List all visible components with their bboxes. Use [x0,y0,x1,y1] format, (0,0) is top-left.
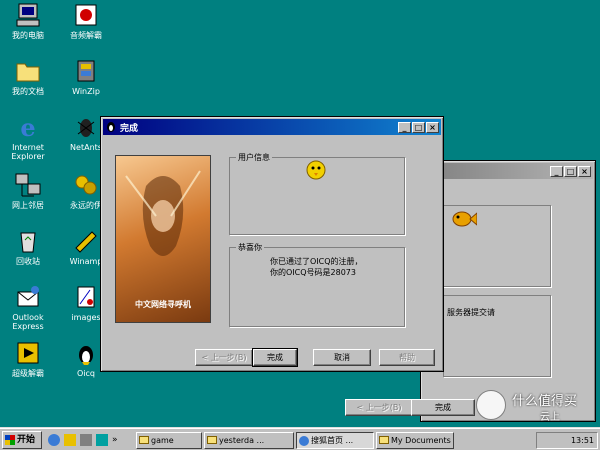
task-label: yesterda ... [219,436,265,445]
super-jieba-icon [14,340,42,366]
desktop-icon-internet-explorer[interactable]: e Internet Explorer [0,113,56,161]
background-dialog[interactable]: _ □ × 服务器提交请 < 上一步(B) 完成 [345,160,596,422]
desktop-icon-outlook-express[interactable]: Outlook Express [0,284,56,331]
ie-quicklaunch-icon[interactable] [48,434,60,446]
quick-launch: » [48,434,130,448]
task-sohu[interactable]: 搜狐首页 ... [296,432,374,449]
desktop-icon-my-computer[interactable]: 我的电脑 [0,2,56,40]
oicq-yellow-bird-icon [305,159,327,184]
finish-dialog[interactable]: 完成 _ □ × 中文网络寻呼机 用户信息 恭喜你 你已通过了OICQ的注册，你… [100,116,444,372]
taskbar: 开始 » game yesterda ... 搜狐首页 ... My Docum… [0,428,600,450]
yongyuan-icon [72,172,100,198]
ie-icon [299,436,309,446]
task-yesterday[interactable]: yesterda ... [204,432,294,449]
icon-label: 回收站 [16,257,40,266]
folder-icon [139,436,149,444]
finish-button[interactable]: 完成 [252,348,298,367]
task-label: My Documents [391,436,451,445]
desktop-quicklaunch-icon[interactable] [80,434,92,446]
svg-text:e: e [20,114,35,140]
help-button[interactable]: 帮助 [379,349,435,366]
close-button[interactable]: × [578,165,591,177]
maximize-button[interactable]: □ [412,121,425,133]
winamp-icon [72,228,100,254]
oicq-banner-image: 中文网络寻呼机 [115,155,211,323]
desktop-icon-super-jieba[interactable]: 超级解霸 [0,340,56,378]
start-label: 开始 [17,435,36,445]
minimize-button[interactable]: _ [398,121,411,133]
background-dialog-titlebar[interactable]: _ □ × [423,163,593,179]
close-button[interactable]: × [426,121,439,133]
outlook-express-icon [14,284,42,310]
images-icon [72,284,100,310]
folder-icon [207,436,217,444]
watermark-sub: 云上 [540,412,560,423]
back-button[interactable]: < 上一步(B) [195,349,253,366]
outlook-quicklaunch-icon[interactable] [64,434,76,446]
cancel-button[interactable]: 取消 [313,349,371,366]
icon-label: Internet Explorer [11,143,45,161]
watermark: 什么值得买 云上 [476,388,596,424]
background-finish-button[interactable]: 完成 [411,399,475,416]
clock[interactable]: 13:51 [571,436,594,445]
network-neighborhood-icon [14,172,42,198]
server-text: 服务器提交请 [447,308,495,317]
congrats-group: 恭喜你 你已通过了OICQ的注册，你的OICQ号码是28073 [229,242,405,327]
task-game[interactable]: game [136,432,202,449]
fish-icon [451,209,478,232]
audio-jieba-icon [72,2,100,28]
internet-explorer-icon: e [14,113,42,142]
start-button[interactable]: 开始 [2,431,42,449]
my-documents-icon [14,58,42,84]
winzip-icon [72,58,100,84]
user-info-group-title: 用户信息 [236,152,272,163]
watermark-text: 什么值得买 [512,394,578,409]
icon-label: Outlook Express [12,313,44,331]
congrats-group-title: 恭喜你 [236,242,264,253]
icon-label: 超级解霸 [12,369,44,378]
oicq-icon [72,340,100,366]
folder-icon [379,436,389,444]
desktop-icon-network-neighborhood[interactable]: 网上邻居 [0,172,56,210]
icon-label: 网上邻居 [12,201,44,210]
task-label: game [151,436,174,445]
task-my-documents[interactable]: My Documents [376,432,454,449]
recycle-bin-icon [14,228,42,254]
desktop-icon-recycle-bin[interactable]: 回收站 [0,228,56,266]
maximize-button[interactable]: □ [564,165,577,177]
windows-logo-icon [5,435,15,445]
desktop-icon-my-documents[interactable]: 我的文档 [0,58,56,96]
finish-dialog-titlebar[interactable]: 完成 _ □ × [103,119,441,135]
icon-label: 我的电脑 [12,31,44,40]
watermark-logo-icon [476,390,506,420]
minimize-button[interactable]: _ [550,165,563,177]
icon-label: WinZip [72,87,100,96]
penguin-title-icon [106,122,116,132]
desktop-icon-audio-jieba[interactable]: 音频解霸 [58,2,114,40]
desktop-icon-winzip[interactable]: WinZip [58,58,114,96]
dialog-title: 完成 [120,123,139,134]
registration-message: 你已通过了OICQ的注册，你的OICQ号码是28073 [270,257,363,277]
system-tray: 13:51 [536,432,598,449]
my-computer-icon [14,2,42,28]
background-back-button[interactable]: < 上一步(B) [345,399,413,416]
banner-caption: 中文网络寻呼机 [135,300,191,309]
more-chevron-icon[interactable]: » [112,434,118,448]
netants-icon [72,114,100,140]
icon-label: 我的文档 [12,87,44,96]
channels-quicklaunch-icon[interactable] [96,434,108,446]
icon-label: 音频解霸 [70,31,102,40]
task-label: 搜狐首页 ... [311,436,354,445]
